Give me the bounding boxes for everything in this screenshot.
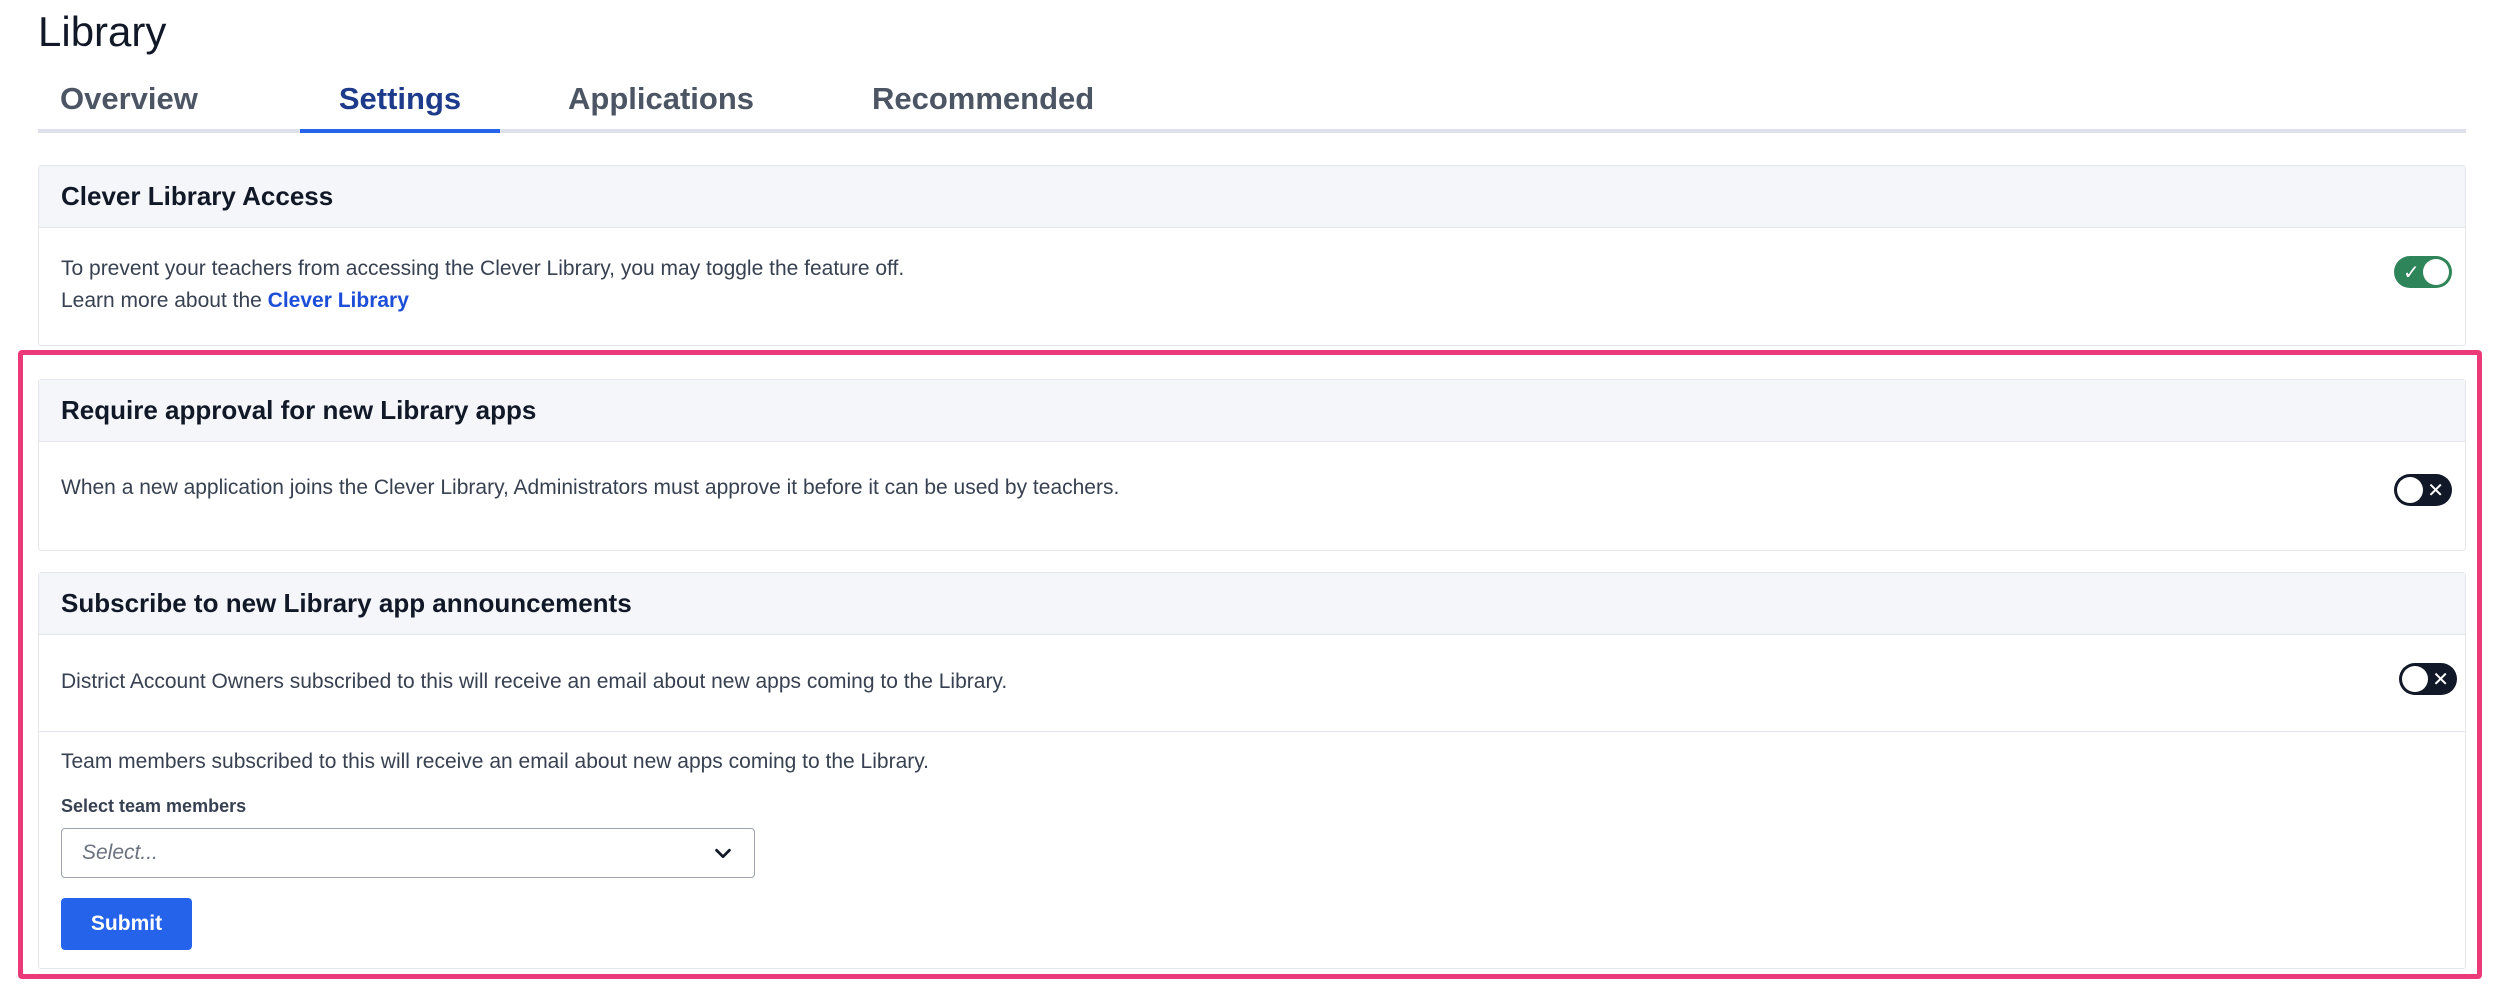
require-approval-title: Require approval for new Library apps xyxy=(39,380,2465,442)
chevron-down-icon xyxy=(715,848,731,859)
select-team-label: Select team members xyxy=(61,796,247,816)
learn-more-prefix: Learn more about the xyxy=(61,289,262,312)
tab-bar: Overview Settings Applications Recommend… xyxy=(38,72,2466,133)
library-access-title: Clever Library Access xyxy=(39,166,2465,228)
tab-recommended[interactable]: Recommended xyxy=(872,72,1172,133)
x-icon: ✕ xyxy=(2432,667,2449,691)
tab-applications[interactable]: Applications xyxy=(568,72,808,133)
require-approval-toggle[interactable]: ✕ xyxy=(2394,474,2452,506)
x-icon: ✕ xyxy=(2427,478,2444,502)
subscribe-title: Subscribe to new Library app announcemen… xyxy=(39,573,2465,635)
tab-settings[interactable]: Settings xyxy=(300,72,500,133)
team-description: Team members subscribed to this will rec… xyxy=(61,750,930,773)
toggle-knob xyxy=(2402,666,2428,692)
owners-row: District Account Owners subscribed to th… xyxy=(39,635,2465,731)
owners-subscribe-toggle[interactable]: ✕ xyxy=(2399,663,2457,695)
submit-button[interactable]: Submit xyxy=(61,898,192,950)
library-access-toggle[interactable]: ✓ xyxy=(2394,256,2452,288)
require-approval-card: Require approval for new Library apps Wh… xyxy=(38,379,2466,551)
require-approval-description: When a new application joins the Clever … xyxy=(61,476,1120,499)
toggle-knob xyxy=(2397,477,2423,503)
clever-library-link[interactable]: Clever Library xyxy=(268,289,409,312)
require-approval-body: When a new application joins the Clever … xyxy=(39,442,2465,550)
tab-overview[interactable]: Overview xyxy=(60,72,246,133)
select-placeholder: Select... xyxy=(82,841,158,864)
library-access-description: To prevent your teachers from accessing … xyxy=(61,257,905,280)
team-members-select[interactable]: Select... xyxy=(61,828,755,878)
learn-more-text: Learn more about the Clever Library xyxy=(61,289,409,313)
page-title: Library xyxy=(38,8,167,55)
check-icon: ✓ xyxy=(2403,260,2420,284)
library-access-card: Clever Library Access To prevent your te… xyxy=(38,165,2466,346)
toggle-knob xyxy=(2423,259,2449,285)
owners-description: District Account Owners subscribed to th… xyxy=(61,670,1008,693)
library-access-body: To prevent your teachers from accessing … xyxy=(39,228,2465,346)
team-row: Team members subscribed to this will rec… xyxy=(39,731,2465,968)
subscribe-card: Subscribe to new Library app announcemen… xyxy=(38,572,2466,969)
